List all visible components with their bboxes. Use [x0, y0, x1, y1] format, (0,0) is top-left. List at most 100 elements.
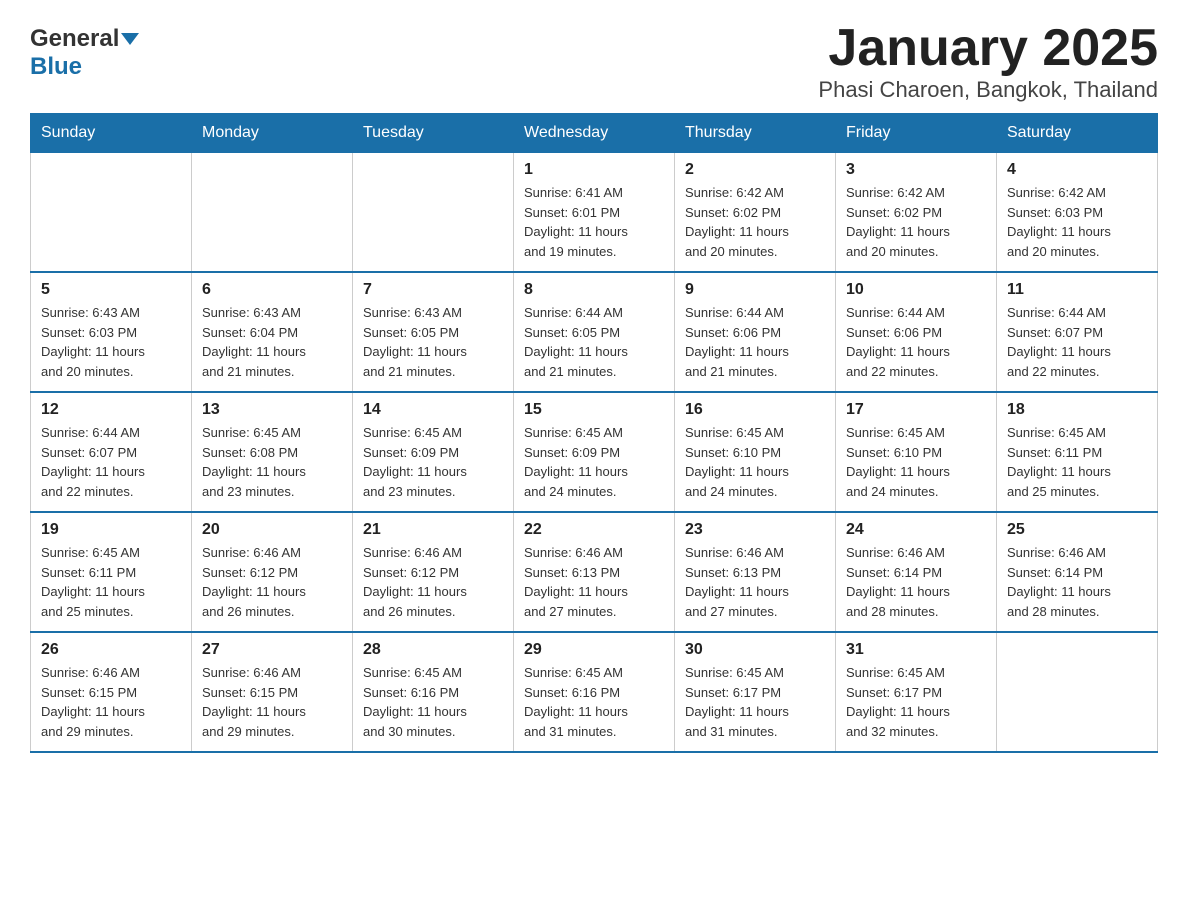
day-info: Sunrise: 6:44 AM Sunset: 6:06 PM Dayligh… [846, 305, 950, 379]
day-number: 9 [685, 281, 825, 299]
table-row: 2 Sunrise: 6:42 AM Sunset: 6:02 PM Daylig… [675, 153, 836, 273]
table-row: 8Sunrise: 6:44 AM Sunset: 6:05 PM Daylig… [514, 272, 675, 392]
table-row: 14 Sunrise: 6:45 AM Sunset: 6:09 PM Dayli… [353, 392, 514, 512]
day-info: Sunrise: 6:45 AM Sunset: 6:11 PM Dayligh… [1007, 425, 1111, 499]
day-info: Sunrise: 6:45 AM Sunset: 6:09 PM Dayligh… [363, 425, 467, 499]
day-number: 11 [1007, 281, 1147, 299]
day-number: 17 [846, 401, 986, 419]
title-block: January 2025 Phasi Charoen, Bangkok, Tha… [818, 20, 1158, 103]
day-info: Sunrise: 6:45 AM Sunset: 6:16 PM Dayligh… [524, 665, 628, 739]
day-info: Sunrise: 6:42 AM Sunset: 6:02 PM Dayligh… [846, 185, 950, 259]
day-number: 19 [41, 521, 181, 539]
table-row: 18 Sunrise: 6:45 AM Sunset: 6:11 PM Dayli… [997, 392, 1158, 512]
table-row: 20 Sunrise: 6:46 AM Sunset: 6:12 PM Dayli… [192, 512, 353, 632]
day-info: Sunrise: 6:46 AM Sunset: 6:15 PM Dayligh… [41, 665, 145, 739]
day-info: Sunrise: 6:42 AM Sunset: 6:02 PM Dayligh… [685, 185, 789, 259]
day-number: 10 [846, 281, 986, 299]
day-number: 16 [685, 401, 825, 419]
day-info: Sunrise: 6:45 AM Sunset: 6:10 PM Dayligh… [685, 425, 789, 499]
day-info: Sunrise: 6:45 AM Sunset: 6:11 PM Dayligh… [41, 545, 145, 619]
day-info: Sunrise: 6:46 AM Sunset: 6:13 PM Dayligh… [524, 545, 628, 619]
day-info: Sunrise: 6:44 AM Sunset: 6:07 PM Dayligh… [1007, 305, 1111, 379]
logo: General Blue [30, 20, 141, 81]
col-saturday: Saturday [997, 114, 1158, 153]
table-row: 30 Sunrise: 6:45 AM Sunset: 6:17 PM Dayli… [675, 632, 836, 752]
table-row: 22 Sunrise: 6:46 AM Sunset: 6:13 PM Dayli… [514, 512, 675, 632]
day-info: Sunrise: 6:44 AM Sunset: 6:06 PM Dayligh… [685, 305, 789, 379]
day-info: Sunrise: 6:43 AM Sunset: 6:05 PM Dayligh… [363, 305, 467, 379]
calendar-week-row: 26 Sunrise: 6:46 AM Sunset: 6:15 PM Dayli… [31, 632, 1158, 752]
table-row [353, 153, 514, 273]
day-info: Sunrise: 6:44 AM Sunset: 6:05 PM Dayligh… [524, 305, 628, 379]
table-row: 29 Sunrise: 6:45 AM Sunset: 6:16 PM Dayli… [514, 632, 675, 752]
day-number: 27 [202, 641, 342, 659]
table-row: 31 Sunrise: 6:45 AM Sunset: 6:17 PM Dayli… [836, 632, 997, 752]
day-info: Sunrise: 6:45 AM Sunset: 6:16 PM Dayligh… [363, 665, 467, 739]
day-info: Sunrise: 6:45 AM Sunset: 6:17 PM Dayligh… [685, 665, 789, 739]
table-row: 24 Sunrise: 6:46 AM Sunset: 6:14 PM Dayli… [836, 512, 997, 632]
day-number: 24 [846, 521, 986, 539]
calendar-week-row: 1Sunrise: 6:41 AM Sunset: 6:01 PM Daylig… [31, 153, 1158, 273]
day-number: 14 [363, 401, 503, 419]
col-thursday: Thursday [675, 114, 836, 153]
day-info: Sunrise: 6:46 AM Sunset: 6:12 PM Dayligh… [363, 545, 467, 619]
day-number: 26 [41, 641, 181, 659]
table-row: 28 Sunrise: 6:45 AM Sunset: 6:16 PM Dayli… [353, 632, 514, 752]
table-row: 23Sunrise: 6:46 AM Sunset: 6:13 PM Dayli… [675, 512, 836, 632]
table-row: 5Sunrise: 6:43 AM Sunset: 6:03 PM Daylig… [31, 272, 192, 392]
table-row [192, 153, 353, 273]
day-number: 20 [202, 521, 342, 539]
table-row: 17 Sunrise: 6:45 AM Sunset: 6:10 PM Dayli… [836, 392, 997, 512]
logo-general-text: General [30, 25, 119, 53]
day-number: 12 [41, 401, 181, 419]
day-info: Sunrise: 6:46 AM Sunset: 6:14 PM Dayligh… [1007, 545, 1111, 619]
day-number: 22 [524, 521, 664, 539]
col-friday: Friday [836, 114, 997, 153]
table-row [997, 632, 1158, 752]
day-number: 30 [685, 641, 825, 659]
page-header: General Blue January 2025 Phasi Charoen,… [30, 20, 1158, 103]
calendar-table: Sunday Monday Tuesday Wednesday Thursday… [30, 113, 1158, 753]
calendar-week-row: 12 Sunrise: 6:44 AM Sunset: 6:07 PM Dayli… [31, 392, 1158, 512]
logo-triangle-icon [121, 33, 139, 45]
day-number: 13 [202, 401, 342, 419]
calendar-subtitle: Phasi Charoen, Bangkok, Thailand [818, 77, 1158, 103]
table-row: 7 Sunrise: 6:43 AM Sunset: 6:05 PM Daylig… [353, 272, 514, 392]
day-number: 3 [846, 161, 986, 179]
table-row: 21Sunrise: 6:46 AM Sunset: 6:12 PM Dayli… [353, 512, 514, 632]
day-number: 25 [1007, 521, 1147, 539]
day-number: 18 [1007, 401, 1147, 419]
table-row: 6Sunrise: 6:43 AM Sunset: 6:04 PM Daylig… [192, 272, 353, 392]
day-info: Sunrise: 6:45 AM Sunset: 6:17 PM Dayligh… [846, 665, 950, 739]
day-number: 5 [41, 281, 181, 299]
day-number: 15 [524, 401, 664, 419]
table-row: 12 Sunrise: 6:44 AM Sunset: 6:07 PM Dayli… [31, 392, 192, 512]
day-number: 2 [685, 161, 825, 179]
table-row: 13Sunrise: 6:45 AM Sunset: 6:08 PM Dayli… [192, 392, 353, 512]
day-number: 28 [363, 641, 503, 659]
day-info: Sunrise: 6:46 AM Sunset: 6:12 PM Dayligh… [202, 545, 306, 619]
table-row: 15 Sunrise: 6:45 AM Sunset: 6:09 PM Dayli… [514, 392, 675, 512]
calendar-week-row: 5Sunrise: 6:43 AM Sunset: 6:03 PM Daylig… [31, 272, 1158, 392]
col-wednesday: Wednesday [514, 114, 675, 153]
day-number: 4 [1007, 161, 1147, 179]
table-row: 26 Sunrise: 6:46 AM Sunset: 6:15 PM Dayli… [31, 632, 192, 752]
day-info: Sunrise: 6:41 AM Sunset: 6:01 PM Dayligh… [524, 185, 628, 259]
logo-blue-text: Blue [30, 53, 82, 80]
day-info: Sunrise: 6:46 AM Sunset: 6:14 PM Dayligh… [846, 545, 950, 619]
table-row: 4 Sunrise: 6:42 AM Sunset: 6:03 PM Daylig… [997, 153, 1158, 273]
day-info: Sunrise: 6:45 AM Sunset: 6:10 PM Dayligh… [846, 425, 950, 499]
table-row: 9 Sunrise: 6:44 AM Sunset: 6:06 PM Daylig… [675, 272, 836, 392]
day-info: Sunrise: 6:42 AM Sunset: 6:03 PM Dayligh… [1007, 185, 1111, 259]
day-number: 29 [524, 641, 664, 659]
table-row: 11 Sunrise: 6:44 AM Sunset: 6:07 PM Dayli… [997, 272, 1158, 392]
day-info: Sunrise: 6:45 AM Sunset: 6:09 PM Dayligh… [524, 425, 628, 499]
table-row: 1Sunrise: 6:41 AM Sunset: 6:01 PM Daylig… [514, 153, 675, 273]
col-monday: Monday [192, 114, 353, 153]
day-info: Sunrise: 6:46 AM Sunset: 6:15 PM Dayligh… [202, 665, 306, 739]
table-row [31, 153, 192, 273]
day-number: 31 [846, 641, 986, 659]
calendar-week-row: 19 Sunrise: 6:45 AM Sunset: 6:11 PM Dayli… [31, 512, 1158, 632]
day-number: 7 [363, 281, 503, 299]
day-info: Sunrise: 6:44 AM Sunset: 6:07 PM Dayligh… [41, 425, 145, 499]
